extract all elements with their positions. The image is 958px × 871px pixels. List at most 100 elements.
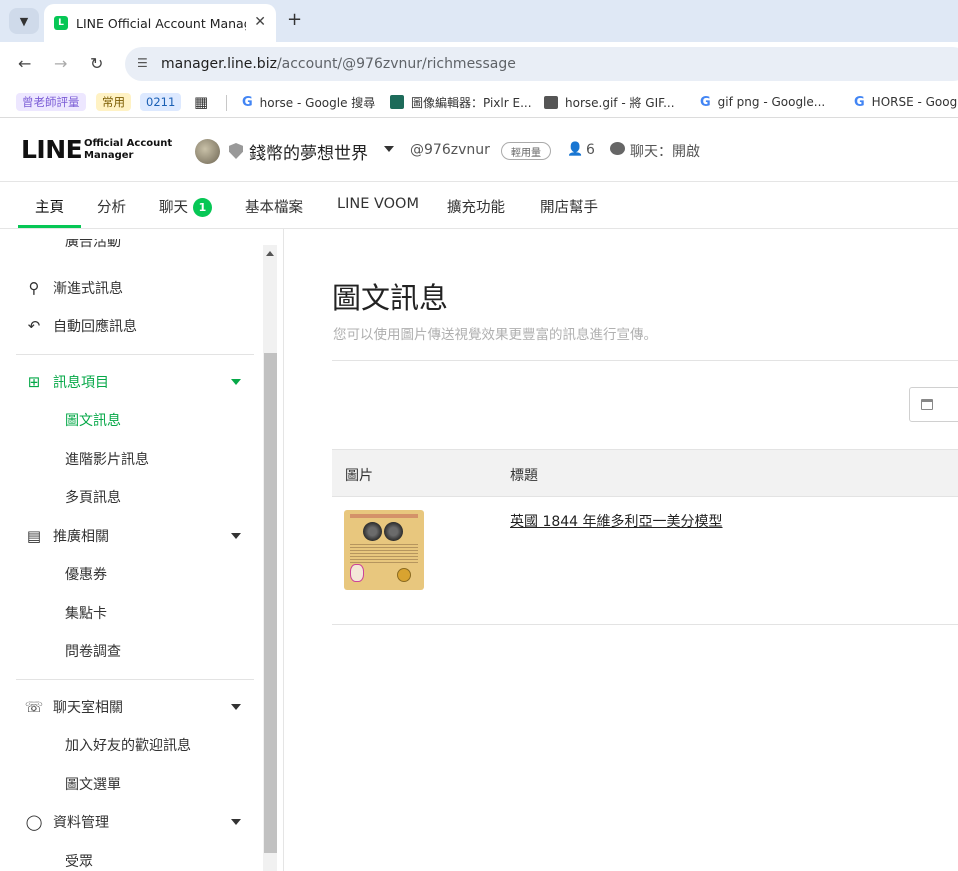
plan-badge[interactable]: 輕用量 [501,142,551,160]
sidebar-item-step-messages[interactable]: ⚲ 漸進式訊息 [24,278,124,298]
reload-icon[interactable]: ↻ [90,54,103,73]
friends-icon: 👤 [567,142,584,157]
google-icon: G [242,94,253,110]
google-icon: G [700,94,711,110]
logo-sub-line-2: Manager [84,149,134,161]
url-host: manager.line.biz [161,56,277,72]
thumbnail-text-lines [350,544,418,564]
friends-count: 6 [586,142,595,158]
tab-analytics[interactable]: 分析 [97,196,126,217]
site-settings-icon[interactable]: ☰ [137,56,148,70]
logo-sub-line-1: Official Account [84,138,173,149]
line-logo-subtitle: Official Account Manager [84,138,172,161]
tab-chat[interactable]: 聊天 1 [159,196,212,217]
shield-icon [229,143,243,159]
tab-search-button[interactable]: ▼ [9,8,39,34]
address-bar[interactable]: ☰ manager.line.biz/account/@976zvnur/ric… [125,47,958,81]
caret-down-icon[interactable] [231,704,241,710]
line-logo[interactable]: LINE [21,135,83,164]
bookmark-horse-gif[interactable]: horse.gif - 將 GIF... [544,92,675,112]
sidebar: 廣告活動 ⚲ 漸進式訊息 ↶ 自動回應訊息 ⊞ 訊息項目 圖文訊息 進階影片訊息 多頁… [0,229,284,871]
sidebar-item-audience[interactable]: 受眾 [65,851,93,871]
bookmark-separator [226,95,227,111]
chat-bubble-icon [610,142,625,155]
tab-profile[interactable]: 基本檔案 [245,196,303,217]
new-tab-button[interactable]: + [287,9,302,30]
sidebar-item-coupons[interactable]: 優惠券 [65,564,107,584]
bookmark-horse-google[interactable]: Ghorse - Google 搜尋 [242,92,375,112]
sidebar-item-card-message[interactable]: 多頁訊息 [65,487,121,507]
caret-down-icon[interactable] [231,379,241,385]
sidebar-item-ad-campaign[interactable]: 廣告活動 [65,239,121,251]
bookmark-label: 常用 [96,93,131,111]
caret-down-icon[interactable] [231,819,241,825]
column-header-title: 標題 [510,468,538,484]
sidebar-item-promotion[interactable]: ▤ 推廣相關 [24,526,109,546]
close-tab-icon[interactable]: ✕ [254,14,266,30]
sidebar-item-message-items[interactable]: ⊞ 訊息項目 [24,372,109,392]
reply-icon: ↶ [27,317,41,335]
sidebar-item-rich-menu[interactable]: 圖文選單 [65,774,121,794]
sidebar-item-label: 資料管理 [53,815,109,831]
rich-message-thumbnail[interactable] [344,510,424,590]
database-icon: ◯ [25,813,43,831]
shop-icon: ▤ [26,527,42,545]
browser-tab-active[interactable]: L LINE Official Account Manage ✕ [44,4,276,42]
sidebar-item-survey[interactable]: 問卷調查 [65,641,121,661]
sidebar-item-data-management[interactable]: ◯ 資料管理 [24,812,109,832]
sidebar-scrollbar-thumb[interactable] [264,353,277,853]
account-id: @976zvnur [410,142,490,158]
sidebar-item-rich-video[interactable]: 進階影片訊息 [65,449,149,469]
sidebar-item-auto-reply[interactable]: ↶ 自動回應訊息 [24,316,137,336]
account-name[interactable]: 錢幣的夢想世界 [249,139,368,164]
active-tab-underline [18,225,81,228]
bookmark-gif-png-google[interactable]: Ggif png - Google... [700,92,825,112]
bookmark-pixlr[interactable]: 圖像編輯器：Pixlr E... [390,92,532,112]
bookmark-horse-caps-google[interactable]: G HORSE - Googl [854,92,958,112]
browser-tabstrip: ▼ L LINE Official Account Manage ✕ + [0,0,958,42]
bookmark-label: horse - Google 搜尋 [259,95,376,110]
browser-toolbar: ← → ↻ ☰ manager.line.biz/account/@976zvn… [0,42,958,86]
tab-extensions[interactable]: 擴充功能 [447,196,505,217]
content-divider [332,360,958,361]
sidebar-item-chat-room[interactable]: ☏ 聊天室相關 [24,697,123,717]
add-message-icon: ⊞ [27,373,41,391]
tab-title: LINE Official Account Manage [76,15,246,31]
bookmark-folder-2[interactable]: 常用 [96,92,131,112]
main-nav: 主頁 分析 聊天 1 基本檔案 LINE VOOM 擴充功能 開店幫手 [0,182,958,229]
account-avatar[interactable] [195,139,220,164]
page-description: 您可以使用圖片傳送視覺效果更豐富的訊息進行宣傳。 [333,327,657,343]
caret-down-icon[interactable] [231,533,241,539]
app-header: LINE Official Account Manager 錢幣的夢想世界 @97… [0,120,958,182]
phone-chat-icon: ☏ [24,698,44,716]
bookmark-label: horse.gif - 將 GIF... [565,95,675,110]
caret-down-icon[interactable] [384,146,394,152]
tab-line-voom[interactable]: LINE VOOM [337,196,419,212]
sidebar-divider [16,354,254,355]
sidebar-item-welcome-message[interactable]: 加入好友的歡迎訊息 [65,735,191,755]
bookmark-folder-3[interactable]: 0211 [140,92,182,112]
bookmark-label: 0211 [140,93,182,111]
column-header-image: 圖片 [345,468,373,484]
sidebar-item-label: 自動回應訊息 [53,319,137,335]
scroll-up-arrow-icon[interactable] [266,251,274,256]
tab-home[interactable]: 主頁 [35,196,64,217]
back-arrow-icon[interactable]: ← [18,54,31,73]
forward-arrow-icon[interactable]: → [54,54,67,73]
calendar-icon [921,399,933,410]
tab-chat-label: 聊天 [159,200,188,216]
chevron-down-icon: ▼ [19,14,29,28]
bookmark-folder-1[interactable]: 曾老師評量 [16,92,86,112]
gold-coin-image [397,568,411,582]
date-filter-button[interactable] [909,387,958,422]
tab-shop-helper[interactable]: 開店幫手 [540,196,598,217]
sidebar-item-rich-message[interactable]: 圖文訊息 [65,410,121,430]
bookmarks-bar: 曾老師評量 常用 0211 ▦ Ghorse - Google 搜尋 圖像編輯器… [0,86,958,118]
main-content: 圖文訊息 您可以使用圖片傳送視覺效果更豐富的訊息進行宣傳。 圖片 標題 英國 1… [285,229,958,871]
chat-status: 聊天：開啟 [630,144,700,160]
bookmark-label: 圖像編輯器：Pixlr E... [411,95,532,110]
coin-image [384,522,403,541]
apps-grid-icon[interactable]: ▦ [194,92,208,112]
sidebar-item-reward-card[interactable]: 集點卡 [65,603,107,623]
rich-message-title-link[interactable]: 英國 1844 年維多利亞一美分模型 [510,511,723,531]
